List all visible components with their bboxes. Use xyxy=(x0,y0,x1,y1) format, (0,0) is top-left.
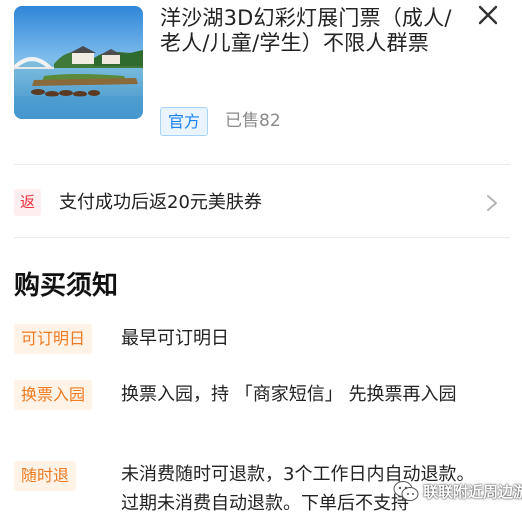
sold-count: 已售82 xyxy=(225,111,281,131)
rebate-row[interactable]: 返 支付成功后返20元美肤券 xyxy=(0,175,522,230)
chevron-right-icon xyxy=(487,195,497,211)
close-icon xyxy=(478,5,498,25)
notice-text-bookable: 最早可订明日 xyxy=(121,328,229,349)
notice-tag-bookable: 可订明日 xyxy=(14,324,93,354)
divider xyxy=(14,164,510,165)
purchase-notice-title: 购买须知 xyxy=(14,271,119,301)
notice-text-ticket-exchange: 换票入园，持 「商家短信」 先换票再入园 xyxy=(121,384,457,405)
notice-tag-refund: 随时退 xyxy=(14,461,77,491)
rebate-text: 支付成功后返20元美肤券 xyxy=(59,192,262,213)
notice-tag-ticket-exchange: 换票入园 xyxy=(14,380,93,410)
watermark: 联联附近周边游 xyxy=(393,478,522,504)
product-thumbnail[interactable] xyxy=(14,6,143,119)
divider xyxy=(14,237,510,238)
wechat-icon xyxy=(393,481,419,501)
product-photo xyxy=(14,6,143,119)
watermark-text: 联联附近周边游 xyxy=(423,482,522,501)
rebate-tag: 返 xyxy=(14,189,41,216)
product-title: 洋沙湖3D幻彩灯展门票（成人/老人/儿童/学生）不限人群票 xyxy=(160,6,452,55)
close-button[interactable] xyxy=(472,0,504,30)
official-badge: 官方 xyxy=(160,107,209,136)
